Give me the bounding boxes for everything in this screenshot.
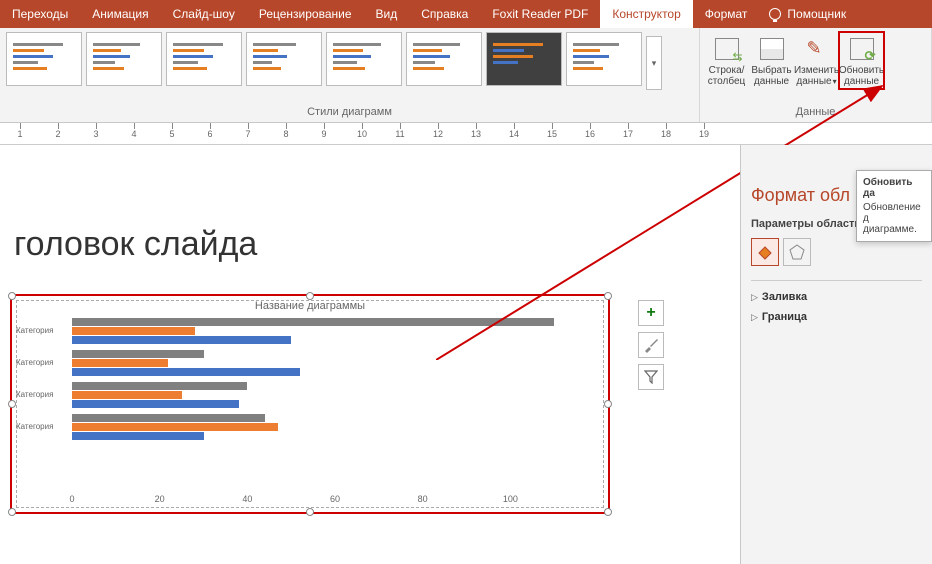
chart-style-4[interactable] — [246, 32, 322, 86]
horizontal-ruler: 12345678910111213141516171819 — [0, 123, 932, 145]
resize-handle-ml[interactable] — [8, 400, 16, 408]
switch-row-column-button[interactable]: Строка/ столбец — [704, 32, 749, 89]
styles-group-label: Стили диаграмм — [0, 104, 699, 122]
chart-style-6[interactable] — [406, 32, 482, 86]
chart-elements-button[interactable]: + — [638, 300, 664, 326]
select-label: Выбрать данные — [751, 65, 791, 87]
swap-icon — [711, 34, 743, 64]
data-group: Строка/ столбец Выбрать данные Изменить … — [700, 28, 932, 122]
border-section[interactable]: ▷Граница — [751, 307, 922, 327]
resize-handle-bm[interactable] — [306, 508, 314, 516]
chevron-down-icon: ▾ — [833, 77, 837, 86]
tab-help[interactable]: Справка — [409, 0, 480, 28]
fill-line-tab[interactable] — [751, 238, 779, 266]
chart-styles-group: ▾ Стили диаграмм — [0, 28, 700, 122]
chart-float-buttons: + — [638, 300, 664, 390]
data-group-label: Данные — [704, 104, 927, 122]
effects-tab[interactable] — [783, 238, 811, 266]
tooltip-body: Обновление д диаграмме. — [863, 202, 925, 235]
ribbon-body: ▾ Стили диаграмм Строка/ столбец Выбрать… — [0, 28, 932, 123]
fill-section[interactable]: ▷Заливка — [751, 287, 922, 307]
chart-style-3[interactable] — [166, 32, 242, 86]
resize-handle-tm[interactable] — [306, 292, 314, 300]
helper-label: Помощник — [787, 7, 846, 21]
tab-foxit[interactable]: Foxit Reader PDF — [480, 0, 600, 28]
funnel-icon — [644, 370, 658, 384]
edit-data-button[interactable]: Изменить данные▾ — [794, 32, 839, 89]
refresh-data-button[interactable]: Обновить данные — [839, 32, 884, 89]
tab-transitions[interactable]: Переходы — [0, 0, 80, 28]
edit-data-icon — [801, 34, 833, 64]
resize-handle-bl[interactable] — [8, 508, 16, 516]
tab-review[interactable]: Рецензирование — [247, 0, 364, 28]
swap-label: Строка/ столбец — [708, 65, 746, 87]
paint-bucket-icon — [756, 243, 774, 261]
slide-canvas: головок слайда Название диаграммы Катего… — [0, 145, 740, 564]
chart-style-1[interactable] — [6, 32, 82, 86]
chart-plot-area[interactable]: КатегорияКатегорияКатегорияКатегория — [72, 316, 598, 492]
tell-me-helper[interactable]: Помощник — [759, 7, 856, 21]
select-data-icon — [756, 34, 788, 64]
chart-style-5[interactable] — [326, 32, 402, 86]
tab-slideshow[interactable]: Слайд-шоу — [161, 0, 247, 28]
chart-styles-gallery: ▾ — [0, 28, 699, 94]
chevron-right-icon: ▷ — [751, 292, 758, 303]
chart-style-8[interactable] — [566, 32, 642, 86]
resize-handle-br[interactable] — [604, 508, 612, 516]
chart-filter-button[interactable] — [638, 364, 664, 390]
ribbon-tabs: Переходы Анимация Слайд-шоу Рецензирован… — [0, 0, 932, 28]
chart-styles-button[interactable] — [638, 332, 664, 358]
tab-design[interactable]: Конструктор — [600, 0, 692, 28]
refresh-data-icon — [846, 34, 878, 64]
edit-label: Изменить данные▾ — [794, 65, 839, 87]
slide-title[interactable]: головок слайда — [14, 225, 690, 264]
brush-icon — [643, 337, 659, 353]
chart-x-axis: 020406080100 — [72, 494, 598, 508]
tooltip-title: Обновить да — [863, 177, 925, 199]
bulb-icon — [769, 8, 781, 20]
styles-expand-button[interactable]: ▾ — [646, 36, 662, 90]
chart-style-2[interactable] — [86, 32, 162, 86]
resize-handle-mr[interactable] — [604, 400, 612, 408]
resize-handle-tl[interactable] — [8, 292, 16, 300]
chart-object[interactable]: Название диаграммы КатегорияКатегорияКат… — [10, 294, 610, 514]
chevron-right-icon: ▷ — [751, 312, 758, 323]
tab-view[interactable]: Вид — [364, 0, 410, 28]
pentagon-icon — [789, 244, 805, 260]
tab-format[interactable]: Формат — [693, 0, 760, 28]
refresh-label: Обновить данные — [839, 65, 884, 87]
chart-style-7[interactable] — [486, 32, 562, 86]
select-data-button[interactable]: Выбрать данные — [749, 32, 794, 89]
tab-animation[interactable]: Анимация — [80, 0, 160, 28]
resize-handle-tr[interactable] — [604, 292, 612, 300]
refresh-tooltip: Обновить да Обновление д диаграмме. — [856, 170, 932, 242]
